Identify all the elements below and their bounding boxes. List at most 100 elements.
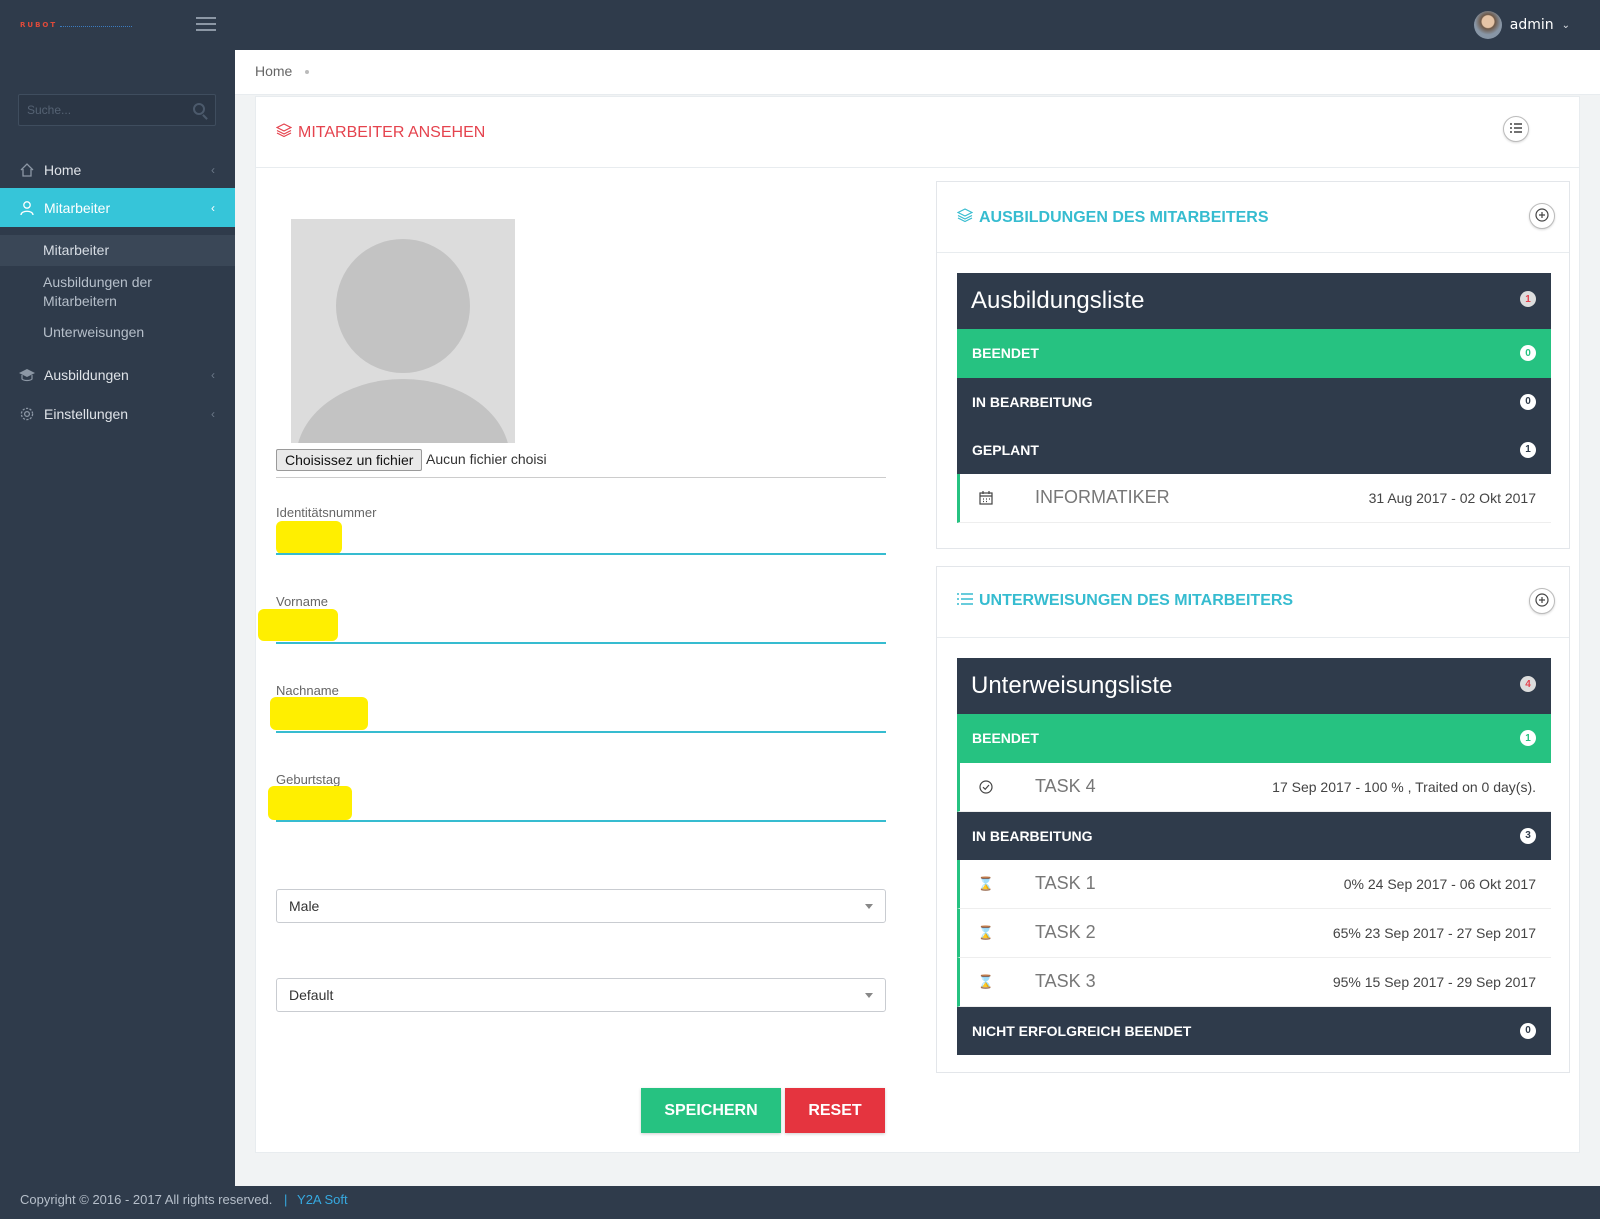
id-number-field[interactable] (276, 527, 886, 555)
sidebar-subitem-mitarbeiter[interactable]: Mitarbeiter (0, 235, 235, 266)
item-info: 0% 24 Sep 2017 - 06 Okt 2017 (1343, 876, 1536, 892)
list-item[interactable]: INFORMATIKER 31 Aug 2017 - 02 Okt 2017 (957, 474, 1551, 523)
gear-icon (18, 405, 36, 423)
avatar (1473, 11, 1502, 39)
breadcrumb-separator (305, 70, 309, 74)
group-label: GEPLANT (972, 442, 1039, 458)
group-label: BEENDET (972, 345, 1039, 361)
lastname-field[interactable] (276, 705, 886, 733)
instruction-list: Unterweisungsliste 4 BEENDET 1 TASK 4 17… (957, 658, 1551, 1055)
user-icon (18, 199, 36, 217)
item-name: TASK 4 (1035, 776, 1096, 796)
list-icon (957, 592, 973, 610)
count-badge: 4 (1520, 676, 1536, 692)
birthday-field[interactable] (276, 794, 886, 822)
reset-button[interactable]: RESET (785, 1088, 885, 1133)
count-badge: 0 (1520, 394, 1536, 410)
training-list: Ausbildungsliste 1 BEENDET 0 IN BEARBEIT… (957, 273, 1551, 523)
list-item[interactable]: ⌛ TASK 2 65% 23 Sep 2017 - 27 Sep 2017 (957, 909, 1551, 958)
caret-down-icon (865, 993, 873, 998)
company-link[interactable]: Y2A Soft (297, 1192, 348, 1207)
trainings-panel: AUSBILDUNGEN DES MITARBEITERS Ausbildung… (936, 181, 1570, 549)
hourglass-icon: ⌛ (977, 974, 995, 989)
sidebar-item-label: Mitarbeiter (44, 199, 111, 216)
chevron-left-icon: ‹ (211, 406, 215, 421)
firstname-field[interactable] (276, 616, 886, 644)
item-dates: 31 Aug 2017 - 02 Okt 2017 (1368, 490, 1536, 506)
footer: Copyright © 2016 - 2017 All rights reser… (0, 1186, 1600, 1219)
home-icon (18, 161, 36, 179)
item-info: 17 Sep 2017 - 100 % , Traited on 0 day(s… (1272, 779, 1536, 795)
sidebar-subitem-ausbildungen[interactable]: Ausbildungen der Mitarbeitern (0, 273, 200, 311)
copyright-text: Copyright © 2016 - 2017 All rights reser… (20, 1192, 273, 1207)
employee-photo-placeholder (291, 219, 515, 443)
group-done[interactable]: BEENDET 0 (957, 329, 1551, 378)
list-item[interactable]: ⌛ TASK 3 95% 15 Sep 2017 - 29 Sep 2017 (957, 958, 1551, 1007)
group-label: IN BEARBEITUNG (972, 394, 1093, 410)
layers-icon (956, 207, 974, 228)
sidebar-item-label: Einstellungen (44, 405, 129, 422)
group-select[interactable]: Default (276, 978, 886, 1012)
panel-title: AUSBILDUNGEN DES MITARBEITERS (956, 207, 1269, 228)
count-badge: 1 (1520, 442, 1536, 458)
panel-header: AUSBILDUNGEN DES MITARBEITERS (937, 182, 1569, 253)
group-in-progress[interactable]: IN BEARBEITUNG 0 (957, 378, 1551, 426)
lastname-label: Nachname (276, 683, 339, 698)
item-name: TASK 1 (1035, 873, 1096, 893)
search-icon[interactable] (193, 103, 205, 115)
list-header: Ausbildungsliste 1 (957, 273, 1551, 329)
item-info: 65% 23 Sep 2017 - 27 Sep 2017 (1332, 925, 1536, 941)
firstname-label: Vorname (276, 594, 329, 609)
sidebar-item-label: Ausbildungen (44, 366, 129, 383)
item-info: 95% 15 Sep 2017 - 29 Sep 2017 (1332, 974, 1536, 990)
sidebar-item-home[interactable]: Home ‹ (0, 150, 235, 189)
gender-select[interactable]: Male (276, 889, 886, 923)
hourglass-icon: ⌛ (977, 876, 995, 891)
user-name: admin (1509, 17, 1554, 33)
list-item[interactable]: ⌛ TASK 1 0% 24 Sep 2017 - 06 Okt 2017 (957, 860, 1551, 909)
count-badge: 0 (1520, 345, 1536, 361)
sidebar-search (18, 94, 216, 126)
plus-circle-icon (1535, 207, 1549, 225)
group-planned[interactable]: GEPLANT 1 (957, 426, 1551, 474)
add-instruction-button[interactable] (1529, 588, 1555, 614)
list-view-button[interactable] (1503, 116, 1529, 142)
card-header: MITARBEITER ANSEHEN (256, 97, 1579, 168)
item-name: TASK 3 (1035, 971, 1096, 991)
choose-file-button[interactable]: Choisissez un fichier (276, 449, 423, 471)
group-in-progress[interactable]: IN BEARBEITUNG 3 (957, 812, 1551, 860)
instructions-panel: UNTERWEISUNGEN DES MITARBEITERS Unterwei… (936, 566, 1570, 1073)
breadcrumb-home-link[interactable]: Home (255, 63, 292, 79)
search-input[interactable] (19, 95, 179, 125)
sidebar-item-ausbildungen[interactable]: Ausbildungen ‹ (0, 355, 235, 394)
page-title-text: MITARBEITER ANSEHEN (298, 123, 486, 141)
group-failed[interactable]: NICHT ERFOLGREICH BEENDET 0 (957, 1007, 1551, 1055)
add-training-button[interactable] (1529, 203, 1555, 229)
sidebar: Home ‹ Mitarbeiter ‹ Mitarbeiter Ausbild… (0, 50, 235, 1186)
chevron-left-icon: ‹ (211, 200, 215, 215)
sidebar-item-einstellungen[interactable]: Einstellungen ‹ (0, 394, 235, 433)
calendar-icon (978, 490, 994, 506)
brand-logo[interactable]: RUBOT (20, 18, 132, 34)
group-done[interactable]: BEENDET 1 (957, 714, 1551, 763)
menu-toggle-icon[interactable] (196, 17, 216, 31)
count-badge: 0 (1520, 1023, 1536, 1039)
list-item[interactable]: TASK 4 17 Sep 2017 - 100 % , Traited on … (957, 763, 1551, 812)
employee-view-card: MITARBEITER ANSEHEN Choisissez un fichie… (255, 96, 1580, 1153)
brand-logo-text: RUBOT (20, 21, 58, 29)
id-number-label: Identitätsnummer (276, 505, 377, 520)
user-menu[interactable]: admin ⌄ (1473, 11, 1570, 39)
sidebar-item-mitarbeiter[interactable]: Mitarbeiter ‹ (0, 188, 235, 227)
list-header: Unterweisungsliste 4 (957, 658, 1551, 714)
save-button[interactable]: SPEICHERN (641, 1088, 781, 1133)
panel-title-text: AUSBILDUNGEN DES MITARBEITERS (979, 208, 1269, 226)
item-name: INFORMATIKER (1035, 487, 1170, 507)
divider (276, 477, 886, 478)
birthday-label: Geburtstag (276, 772, 341, 787)
list-title: Ausbildungsliste (971, 287, 1145, 314)
caret-down-icon (865, 904, 873, 909)
panel-title-text: UNTERWEISUNGEN DES MITARBEITERS (979, 592, 1294, 609)
chevron-down-icon: ⌄ (1561, 19, 1570, 31)
sidebar-subitem-unterweisungen[interactable]: Unterweisungen (0, 323, 235, 342)
hourglass-icon: ⌛ (977, 925, 995, 940)
